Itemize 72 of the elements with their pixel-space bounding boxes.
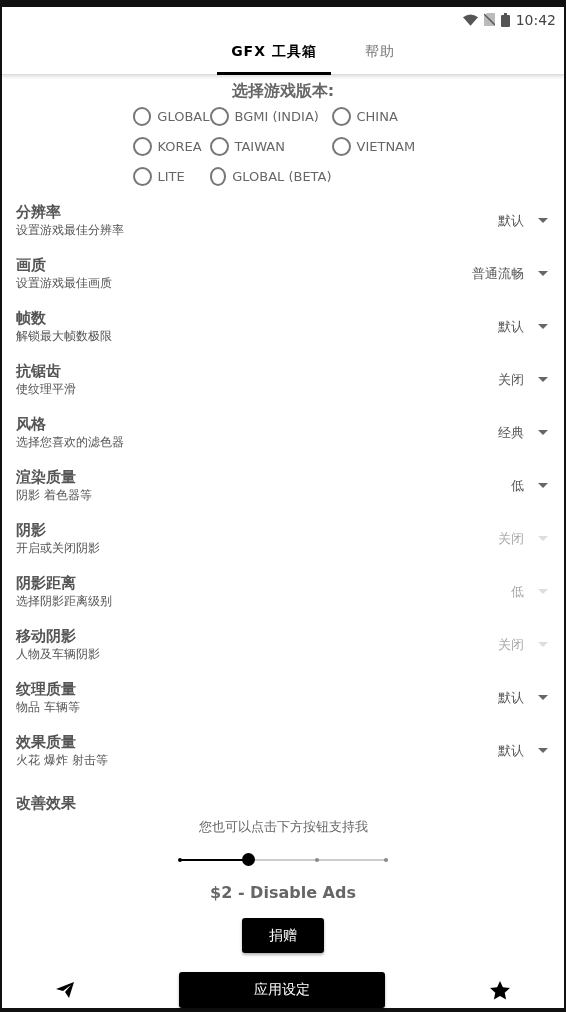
dropdown[interactable]: 经典: [498, 423, 548, 442]
battery-icon: [500, 12, 510, 27]
radio-circle[interactable]: [209, 166, 227, 186]
setting-title: 抗锯齿: [16, 362, 62, 381]
dropdown[interactable]: 默认: [498, 688, 548, 707]
radio-circle[interactable]: [132, 106, 152, 126]
star-icon[interactable]: [490, 980, 510, 1000]
section-title: 选择游戏版本:: [231, 81, 335, 102]
caret-icon: [538, 695, 548, 700]
radio-circle[interactable]: [132, 166, 152, 186]
radio-option[interactable]: VIETNAM: [331, 136, 424, 156]
setting-description: 选择您喜欢的滤色器: [16, 434, 125, 450]
caret-icon: [538, 589, 548, 594]
setting-title: 渲染质量: [16, 468, 77, 487]
setting-title: 风格: [16, 415, 47, 434]
setting-title: 纹理质量: [16, 680, 77, 699]
caret-icon: [538, 483, 548, 488]
radio-option[interactable]: BGMI (INDIA): [209, 106, 332, 126]
setting-description: 人物及车辆阴影: [16, 646, 101, 662]
tab[interactable]: 帮助: [350, 32, 409, 75]
setting-title: 阴影距离: [16, 574, 77, 593]
setting-title: 改善效果: [16, 794, 77, 812]
caret-icon: [538, 642, 548, 647]
dropdown[interactable]: 低: [511, 476, 548, 495]
clock-time: 10:42: [515, 11, 556, 28]
slider-thumb[interactable]: [242, 853, 256, 866]
send-icon[interactable]: [56, 982, 74, 998]
dropdown[interactable]: 关闭: [498, 370, 548, 389]
setting-title: 画质: [16, 256, 47, 275]
radio-circle[interactable]: [209, 136, 229, 156]
caret-icon: [538, 271, 548, 276]
setting-description: 设置游戏最佳分辨率: [16, 222, 125, 238]
radio-option[interactable]: LITE: [132, 166, 210, 186]
setting-title: 移动阴影: [16, 627, 77, 646]
apply-button[interactable]: 应用设定: [179, 972, 385, 1008]
setting-description: 火花 爆炸 射击等: [16, 752, 109, 768]
dropdown[interactable]: 默认: [498, 741, 548, 760]
setting-description: 使纹理平滑: [16, 381, 77, 397]
caret-icon: [538, 430, 548, 435]
caret-icon: [538, 377, 548, 382]
setting-title: 效果质量: [16, 733, 77, 752]
setting-title: 分辨率: [16, 203, 62, 222]
radio-option[interactable]: TAIWAN: [209, 136, 332, 156]
setting-description: 阴影 着色器等: [16, 487, 93, 503]
dropdown[interactable]: 普通流畅: [472, 264, 548, 283]
setting-description: 开启或关闭阴影: [16, 540, 101, 556]
radio-option[interactable]: GLOBAL: [132, 106, 210, 126]
setting-description: 选择阴影距离级别: [16, 593, 113, 609]
dropdown[interactable]: 默认: [498, 211, 548, 230]
radio-option[interactable]: CHINA: [331, 106, 424, 126]
radio-circle[interactable]: [331, 106, 351, 126]
setting-title: 帧数: [16, 309, 47, 328]
setting-title: 阴影: [16, 521, 47, 540]
tab[interactable]: GFX 工具箱: [217, 32, 331, 75]
radio-circle[interactable]: [209, 106, 229, 126]
caret-icon: [538, 324, 548, 329]
setting-description: 设置游戏最佳画质: [16, 275, 113, 291]
caret-icon: [538, 218, 548, 223]
support-message: 您也可以点击下方按钮支持我: [198, 818, 368, 836]
setting-description: 解锁最大帧数极限: [16, 328, 113, 344]
radio-circle[interactable]: [331, 136, 351, 156]
caret-icon: [538, 748, 548, 753]
wifi-icon: [462, 13, 478, 26]
donate-button[interactable]: 捐赠: [242, 918, 324, 953]
setting-description: 物品 车辆等: [16, 699, 81, 715]
dropdown[interactable]: 默认: [498, 317, 548, 336]
radio-circle[interactable]: [132, 136, 152, 156]
caret-icon: [538, 536, 548, 541]
radio-option[interactable]: GLOBAL (BETA): [209, 166, 332, 186]
radio-option[interactable]: KOREA: [132, 136, 210, 156]
no-sim-icon: [483, 13, 495, 26]
price-label: $2 - Disable Ads: [210, 883, 356, 902]
